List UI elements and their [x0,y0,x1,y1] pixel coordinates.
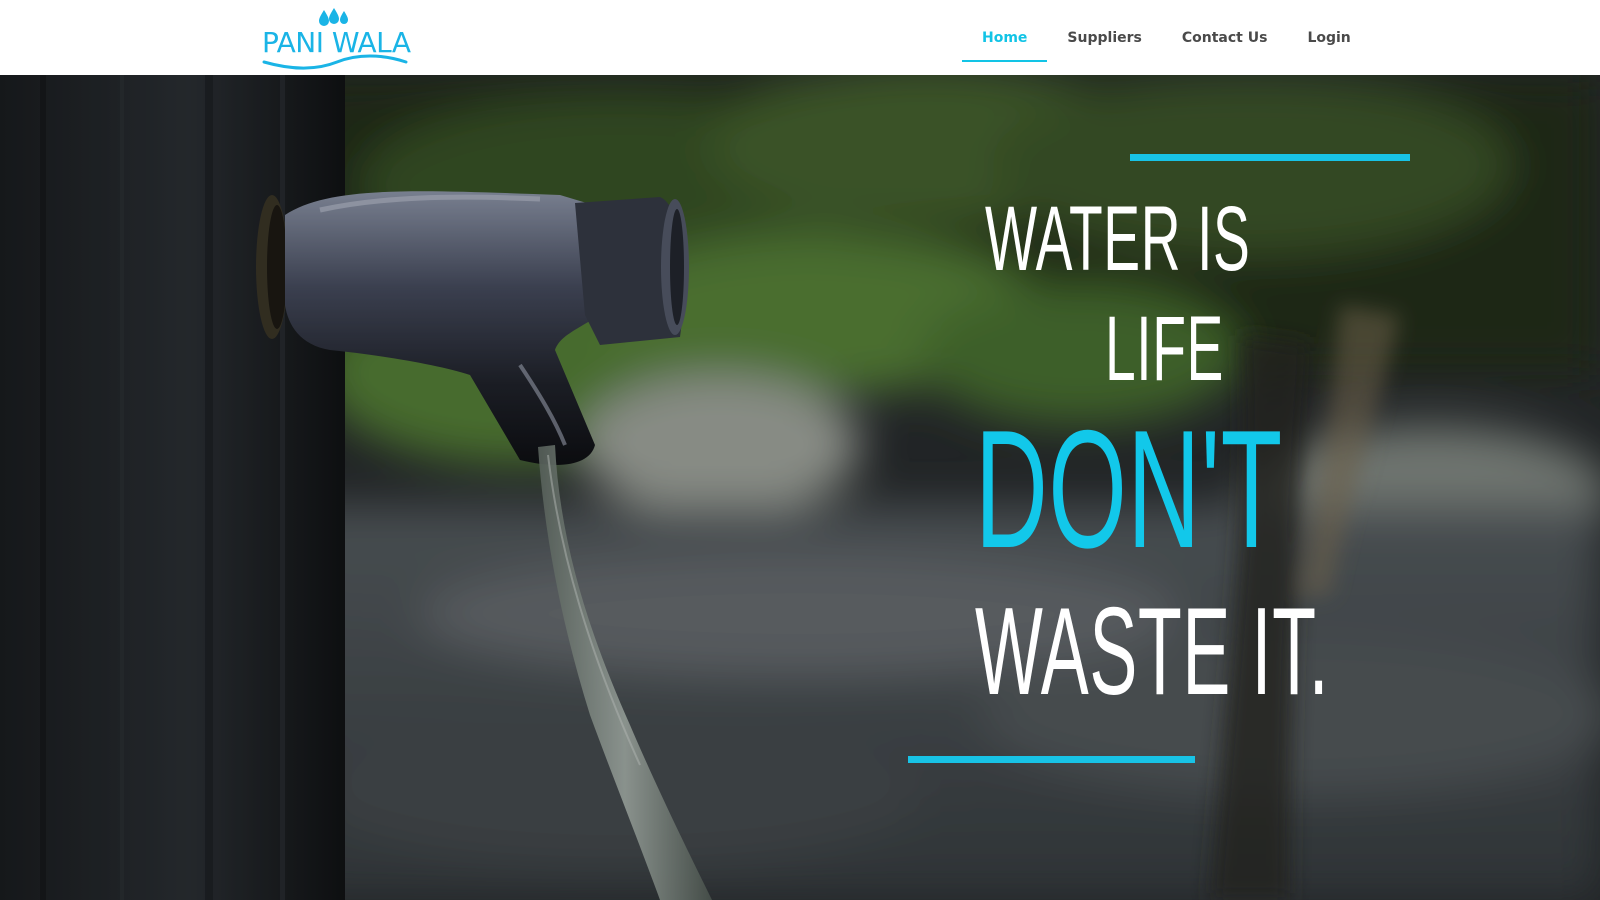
nav-item-label: Suppliers [1067,29,1142,46]
nav-item-suppliers[interactable]: Suppliers [1047,0,1161,75]
nav-item-contact-us[interactable]: Contact Us [1162,0,1288,75]
nav-item-home[interactable]: Home [962,0,1048,75]
wave-icon [262,54,408,70]
bottom-accent-line [908,756,1195,763]
nav-item-label: Contact Us [1181,29,1268,46]
hero-slogan-highlight: DON'T [975,395,1283,583]
hero-dim-overlay [0,75,1600,900]
nav-item-label: Login [1307,29,1351,46]
hero-slogan-line-2: LIFE [1105,298,1224,400]
hero-slogan-line-4: WASTE IT. [975,583,1330,721]
main-nav: Home Suppliers Contact Us Login [962,0,1371,75]
nav-item-login[interactable]: Login [1287,0,1370,75]
hero-slogan-line-1: WATER IS [985,188,1251,290]
hero-banner: WATER IS LIFE DON'T WASTE IT. [0,75,1600,900]
top-navbar: PANI WALA Home Suppliers Contact Us Logi… [0,0,1600,75]
nav-item-label: Home [982,29,1028,46]
brand-logo[interactable]: PANI WALA [262,8,412,70]
top-accent-line [1130,154,1410,161]
